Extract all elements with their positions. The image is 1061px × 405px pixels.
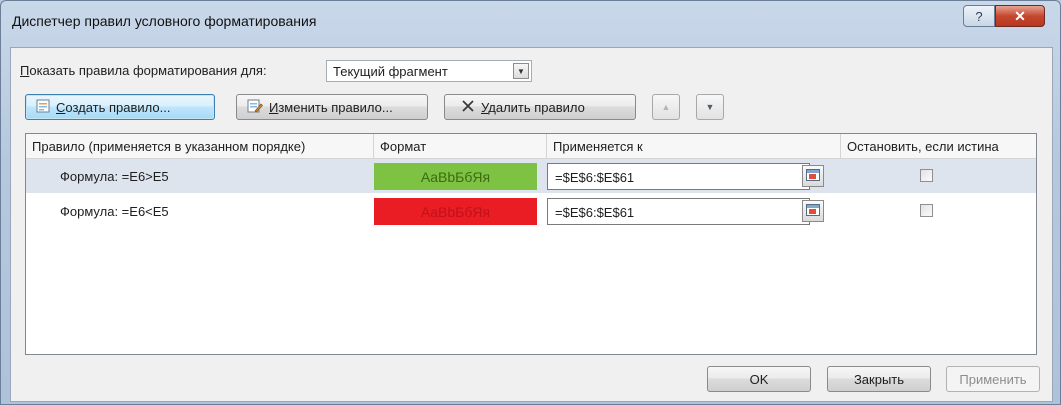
range-select-icon: [806, 168, 820, 184]
show-rules-for-select[interactable]: Текущий фрагмент ▼: [326, 60, 532, 82]
ok-button[interactable]: OK: [707, 366, 811, 392]
format-preview: AaBbБбЯя: [374, 198, 537, 225]
new-rule-button[interactable]: Создать правило...: [25, 94, 215, 120]
column-header-rule[interactable]: Правило (применяется в указанном порядке…: [26, 134, 374, 158]
show-rules-selected-value: Текущий фрагмент: [333, 64, 448, 79]
rules-table-header: Правило (применяется в указанном порядке…: [26, 134, 1036, 159]
applies-to-field[interactable]: =$E$6:$E$61: [547, 163, 824, 190]
help-icon: ?: [975, 8, 983, 24]
close-button[interactable]: Закрыть: [827, 366, 931, 392]
close-icon: ✕: [1014, 7, 1026, 24]
help-button[interactable]: ?: [963, 5, 995, 27]
rule-description: Формула: =E6<E5: [60, 204, 169, 219]
stop-if-true-checkbox[interactable]: [920, 204, 933, 217]
rules-table: Правило (применяется в указанном порядке…: [25, 133, 1037, 355]
dialog-title: Диспетчер правил условного форматировани…: [12, 13, 317, 29]
show-rules-label: Показать правила форматирования для:: [20, 63, 267, 78]
apply-button[interactable]: Применить: [946, 366, 1040, 392]
chevron-down-icon[interactable]: ▼: [513, 63, 529, 79]
new-rule-icon: [36, 99, 50, 116]
move-up-button[interactable]: ▲: [652, 94, 680, 120]
column-header-format[interactable]: Формат: [374, 134, 547, 158]
table-row[interactable]: Формула: =E6<E5 AaBbБбЯя =$E$6:$E$61: [26, 194, 1036, 228]
edit-rule-button[interactable]: Изменить правило...: [236, 94, 428, 120]
triangle-up-icon: ▲: [661, 102, 671, 112]
applies-to-field[interactable]: =$E$6:$E$61: [547, 198, 824, 225]
column-header-stop-if-true[interactable]: Остановить, если истина: [841, 134, 1036, 158]
delete-x-icon: [461, 99, 475, 116]
range-picker-button[interactable]: [802, 200, 824, 222]
move-down-button[interactable]: ▼: [696, 94, 724, 120]
dialog-content: Показать правила форматирования для: Тек…: [10, 47, 1053, 402]
close-window-button[interactable]: ✕: [995, 5, 1045, 27]
range-select-icon: [806, 203, 820, 219]
range-picker-button[interactable]: [802, 165, 824, 187]
edit-rule-icon: [247, 99, 263, 116]
stop-if-true-checkbox[interactable]: [920, 169, 933, 182]
format-preview: AaBbБбЯя: [374, 163, 537, 190]
conditional-formatting-dialog: Диспетчер правил условного форматировани…: [0, 0, 1061, 405]
triangle-down-icon: ▼: [705, 102, 715, 112]
rule-description: Формула: =E6>E5: [60, 169, 169, 184]
table-row[interactable]: Формула: =E6>E5 AaBbБбЯя =$E$6:$E$61: [26, 159, 1036, 193]
delete-rule-button[interactable]: Удалить правило: [444, 94, 636, 120]
column-header-applies-to[interactable]: Применяется к: [547, 134, 841, 158]
title-bar: Диспетчер правил условного форматировани…: [1, 1, 1060, 39]
